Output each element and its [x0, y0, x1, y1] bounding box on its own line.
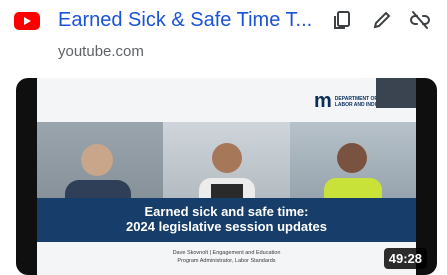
- video-thumbnail[interactable]: m DEPARTMENT OF LABOR AND INDUSTRY Earne…: [16, 78, 437, 275]
- logo-mark: m: [314, 90, 332, 112]
- youtube-icon: [14, 12, 40, 30]
- slide-title-line2: 2024 legislative session updates: [126, 219, 327, 234]
- webcam-inset: [376, 78, 416, 108]
- result-header: Earned Sick & Safe Time T...: [0, 0, 447, 44]
- copy-button[interactable]: [328, 8, 356, 36]
- copy-icon: [331, 9, 353, 36]
- result-source: youtube.com: [58, 43, 144, 60]
- presenter-info: Dave Skovnolt | Engagement and Education…: [37, 249, 416, 265]
- result-title-link[interactable]: Earned Sick & Safe Time T...: [58, 9, 320, 32]
- pencil-icon: [371, 9, 393, 36]
- presentation-slide: m DEPARTMENT OF LABOR AND INDUSTRY Earne…: [37, 78, 416, 275]
- slide-title-banner: Earned sick and safe time: 2024 legislat…: [37, 198, 416, 242]
- slide-title-line1: Earned sick and safe time:: [144, 204, 309, 219]
- unlink-button[interactable]: [406, 8, 434, 36]
- presenter-line1: Dave Skovnolt | Engagement and Education: [172, 250, 281, 256]
- video-duration-badge: 49:28: [383, 248, 427, 269]
- unlink-icon: [409, 9, 431, 36]
- edit-button[interactable]: [368, 8, 396, 36]
- presenter-line2: Program Administrator, Labor Standards: [177, 258, 276, 264]
